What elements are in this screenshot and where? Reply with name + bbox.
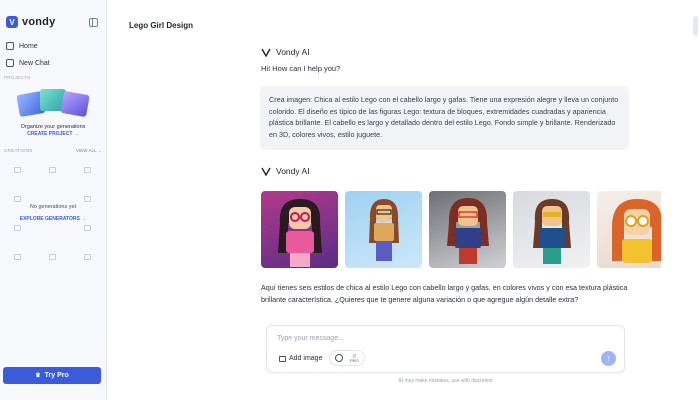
generated-image[interactable]	[261, 191, 338, 268]
create-project-link[interactable]: CREATE PROJECT →	[0, 131, 106, 137]
placeholder-code-icon	[49, 254, 56, 260]
sidebar-item-new-chat[interactable]: New Chat	[6, 59, 50, 67]
model-icon	[335, 354, 343, 362]
generated-image[interactable]	[513, 191, 590, 268]
sidebar-item-home[interactable]: Home	[6, 42, 38, 50]
placeholder-doc-icon	[49, 167, 56, 173]
brand-name: vondy	[22, 16, 56, 28]
vondy-ai-icon	[261, 48, 271, 57]
placeholder-music-icon	[84, 225, 91, 231]
lego-girl-figure	[611, 199, 661, 263]
creations-label: CREATIONS	[4, 148, 33, 153]
generated-image[interactable]	[429, 191, 506, 268]
placeholder-image-icon	[84, 254, 91, 260]
message-composer: Add image ◰PRO ↑	[266, 325, 625, 373]
projects-label: PROJECTS	[4, 75, 31, 80]
send-icon: ↑	[606, 354, 611, 363]
organize-text: Organize your generations	[20, 124, 86, 130]
no-generations-text: No generations yet	[29, 204, 77, 210]
message-input[interactable]	[277, 332, 577, 344]
page-title: Lego Girl Design	[129, 21, 194, 30]
generated-image[interactable]	[345, 191, 422, 268]
try-pro-button[interactable]: ♛ Try Pro	[3, 367, 101, 384]
ai-response-message: Aquí tienes seis estilos de chica al est…	[261, 283, 628, 304]
ai-sender-name: Vondy AI	[276, 47, 310, 57]
add-image-button[interactable]: Add image	[279, 355, 322, 362]
new-chat-icon	[6, 59, 14, 67]
ai-sender: Vondy AI	[261, 47, 310, 57]
sidebar-item-label: Home	[19, 42, 38, 50]
pro-badge-label: PRO	[350, 358, 359, 363]
placeholder-video-icon	[14, 196, 21, 202]
model-selector[interactable]: ◰ PRO	[329, 350, 365, 366]
projects-illustration	[16, 87, 90, 119]
brand[interactable]: V vondy	[6, 16, 55, 28]
add-image-label: Add image	[289, 355, 323, 362]
generated-image[interactable]	[597, 191, 661, 268]
lego-girl-figure	[277, 199, 322, 267]
pro-model-badge[interactable]: ◰ PRO	[350, 353, 359, 363]
ai-greeting-message: Hi! How can I help you?	[261, 64, 341, 73]
sidebar-item-label: New Chat	[19, 59, 50, 67]
vondy-logo-icon: V	[6, 16, 18, 28]
placeholder-video-icon	[14, 254, 21, 260]
view-all-link[interactable]: VIEW ALL →	[76, 148, 102, 153]
placeholder-doc-icon	[14, 225, 21, 231]
ai-sender-name: Vondy AI	[276, 166, 310, 176]
lego-girl-figure	[532, 199, 571, 264]
lego-girl-figure	[368, 199, 399, 261]
crown-icon: ♛	[35, 373, 41, 379]
vondy-ai-icon	[261, 167, 271, 176]
placeholder-image-icon	[84, 196, 91, 202]
try-pro-label: Try Pro	[44, 372, 69, 379]
image-icon	[279, 355, 286, 362]
sidebar: V vondy Home New Chat PROJECTS Organize …	[0, 0, 107, 400]
send-button[interactable]: ↑	[601, 351, 616, 366]
home-icon	[6, 42, 14, 50]
explore-generators-link[interactable]: EXPLORE GENERATORS →	[0, 216, 106, 222]
user-message: Crea imagen: Chica al estilo Lego con el…	[260, 86, 629, 150]
scrollbar[interactable]	[693, 16, 698, 36]
placeholder-music-icon	[84, 167, 91, 173]
collapse-sidebar-icon[interactable]	[89, 18, 98, 27]
lego-girl-figure	[446, 198, 489, 264]
generated-images	[261, 191, 661, 269]
disclaimer-text: AI may make mistakes, use with discretio…	[398, 378, 493, 384]
project-card-graphic	[60, 90, 90, 118]
placeholder-image-icon	[14, 167, 21, 173]
ai-sender: Vondy AI	[261, 166, 310, 176]
